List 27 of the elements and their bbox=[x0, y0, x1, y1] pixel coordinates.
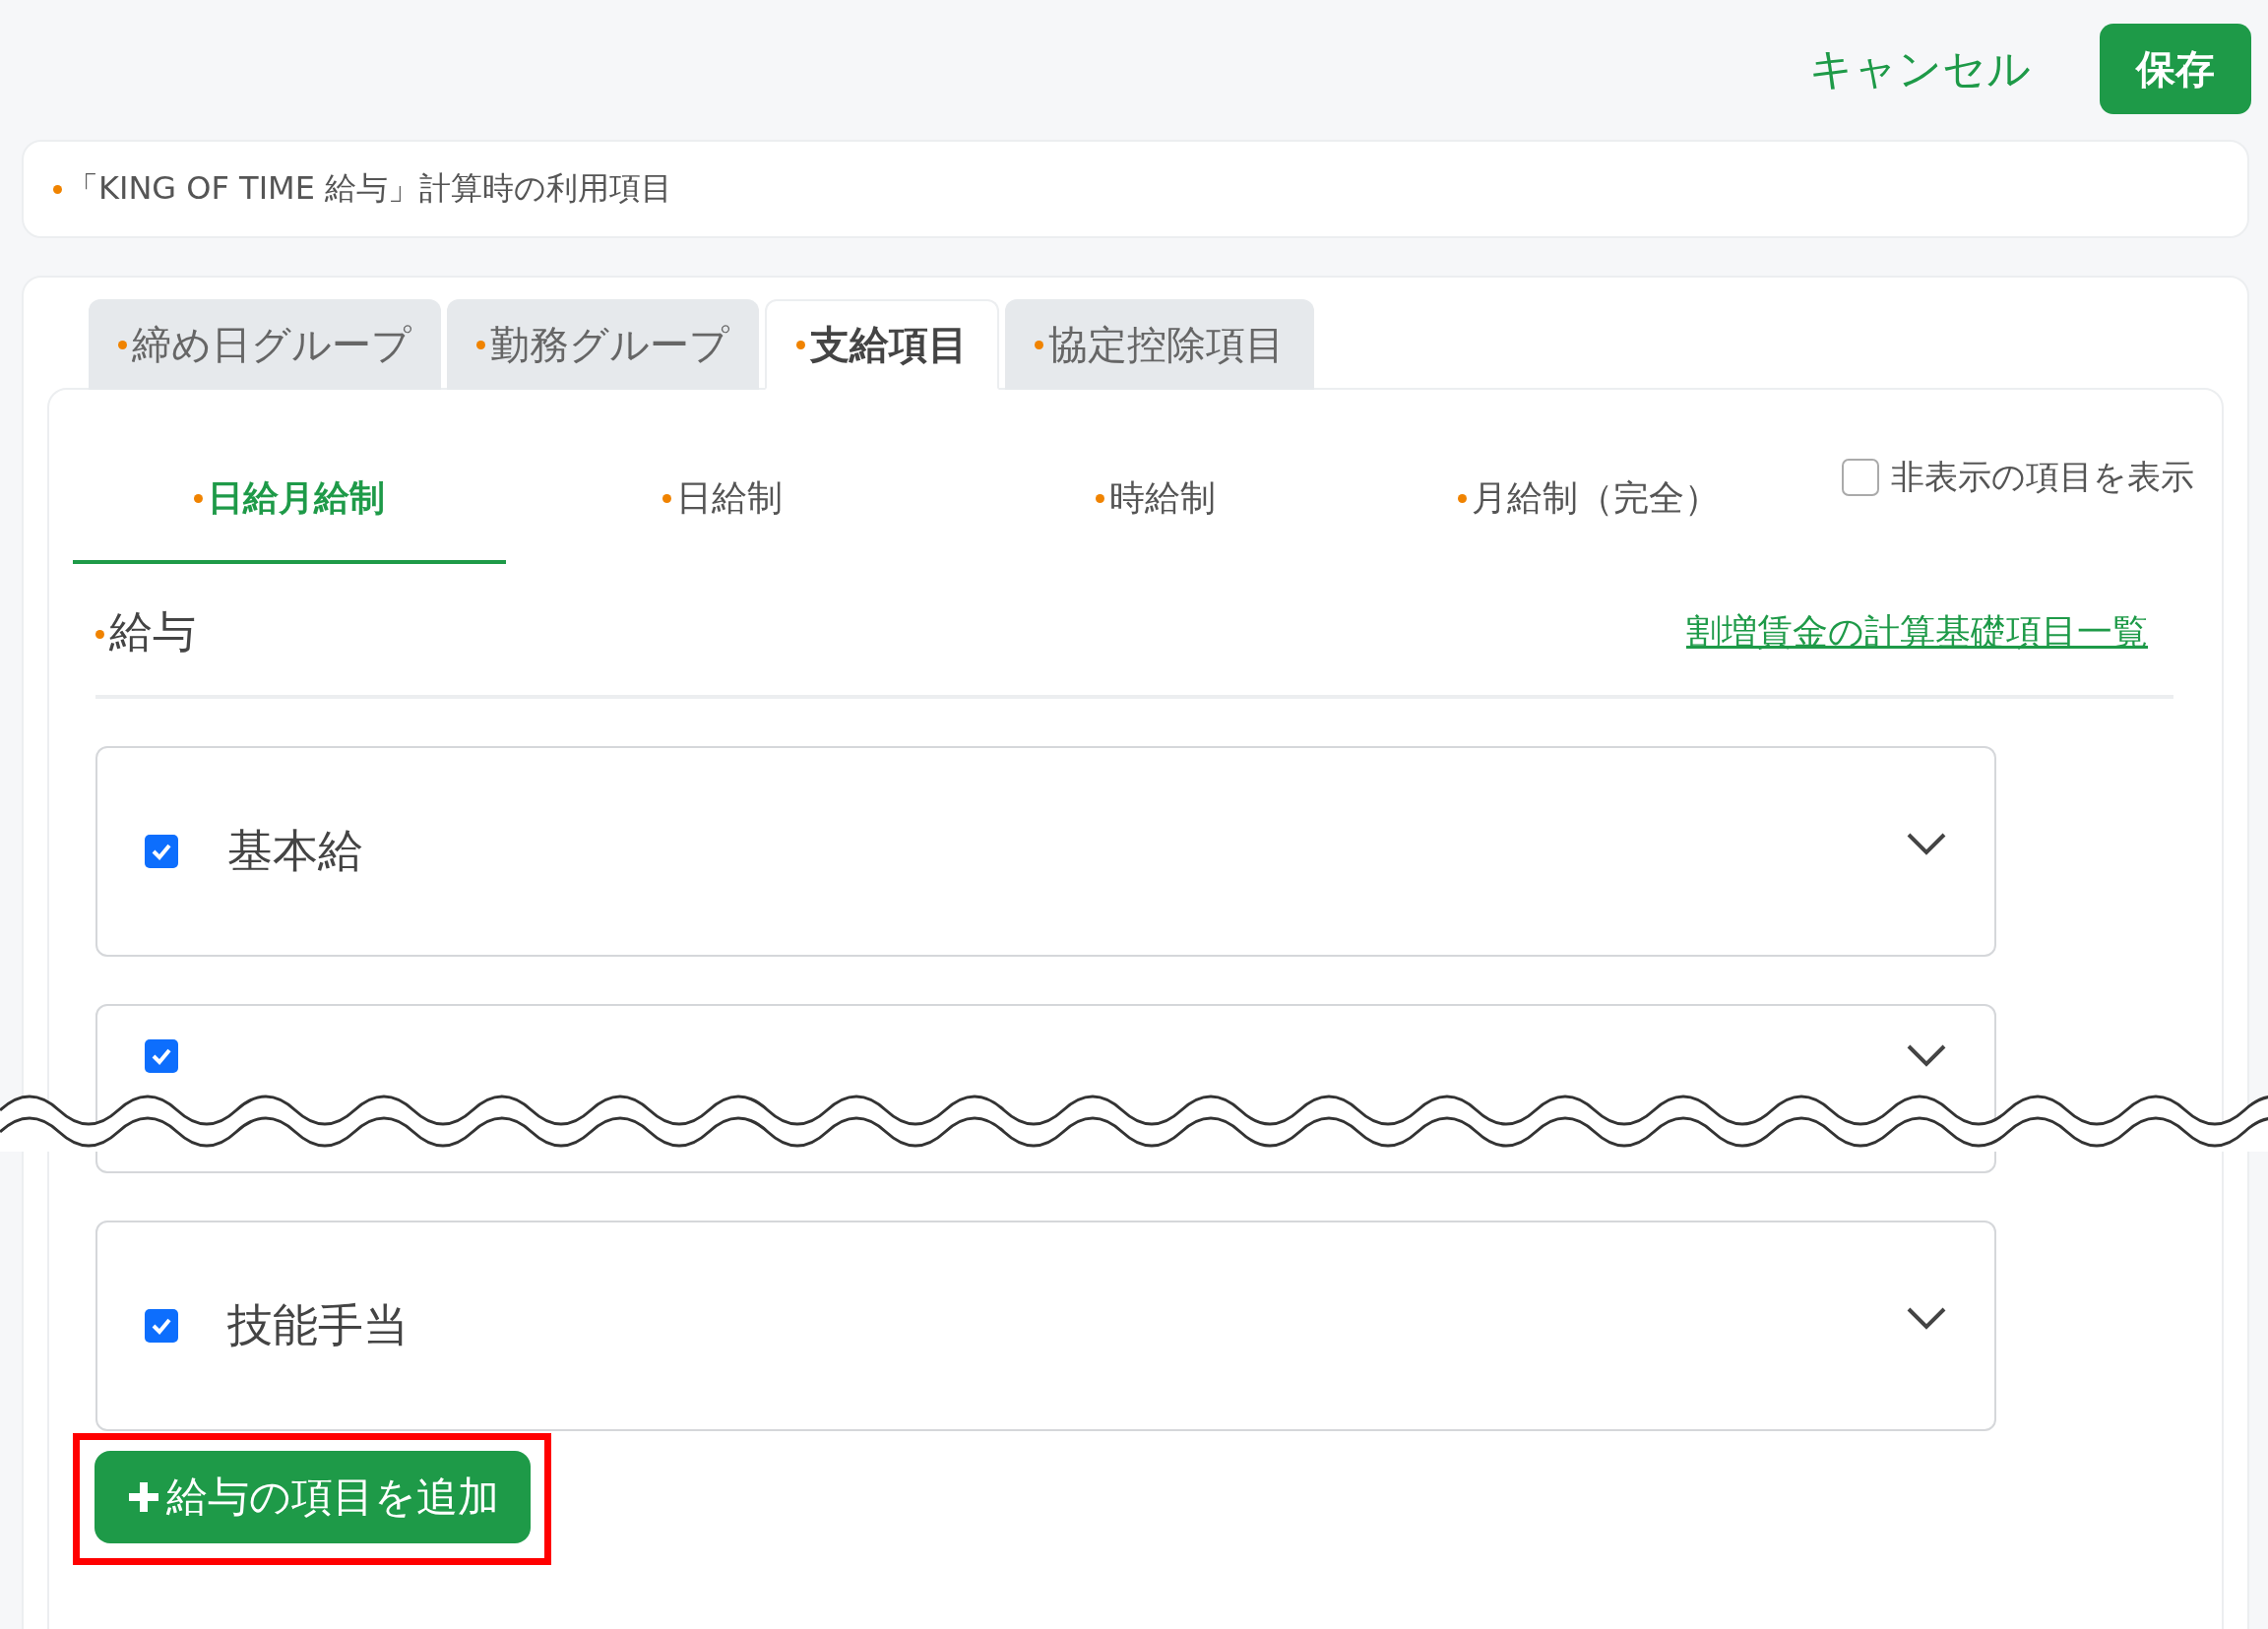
tab[interactable]: 支給項目 bbox=[765, 299, 999, 390]
checkbox[interactable] bbox=[145, 1309, 178, 1343]
bullet-icon bbox=[95, 630, 104, 639]
checkbox[interactable] bbox=[145, 1039, 178, 1073]
cancel-button[interactable]: キャンセル bbox=[1809, 39, 2031, 98]
chevron-down-icon[interactable] bbox=[1906, 1043, 1947, 1069]
link[interactable]: 割増賃金の計算基礎項目一覧 bbox=[1686, 607, 2148, 657]
save-button[interactable]: 保存 bbox=[2100, 24, 2251, 114]
tab[interactable]: 締め日グループ bbox=[89, 299, 441, 390]
tab[interactable]: 勤務グループ bbox=[447, 299, 759, 390]
section-title: 給与 bbox=[109, 605, 196, 657]
checkbox-label: 非表示の項目を表示 bbox=[1891, 456, 2194, 498]
tab[interactable]: 協定控除項目 bbox=[1005, 299, 1314, 390]
sub-tab[interactable]: 日給月給制 bbox=[73, 436, 506, 564]
item-label: 基本給 bbox=[227, 823, 363, 879]
item-label: 技能手当 bbox=[227, 1297, 409, 1353]
notice-text: 「KING OF TIME 給与」計算時の利用項目 bbox=[67, 168, 673, 209]
chevron-down-icon[interactable] bbox=[1906, 1306, 1947, 1332]
sub-tab[interactable]: 日給制 bbox=[506, 436, 939, 564]
checkbox[interactable] bbox=[145, 835, 178, 868]
bullet-icon bbox=[53, 184, 62, 194]
checkbox[interactable] bbox=[1842, 459, 1879, 496]
plus-icon bbox=[126, 1480, 160, 1514]
sub-tab[interactable]: 月給制（完全） bbox=[1372, 436, 1805, 564]
chevron-down-icon[interactable] bbox=[1906, 832, 1947, 857]
sub-tab[interactable]: 時給制 bbox=[939, 436, 1372, 564]
add-item-button[interactable]: 給与の項目を追加 bbox=[94, 1451, 531, 1543]
